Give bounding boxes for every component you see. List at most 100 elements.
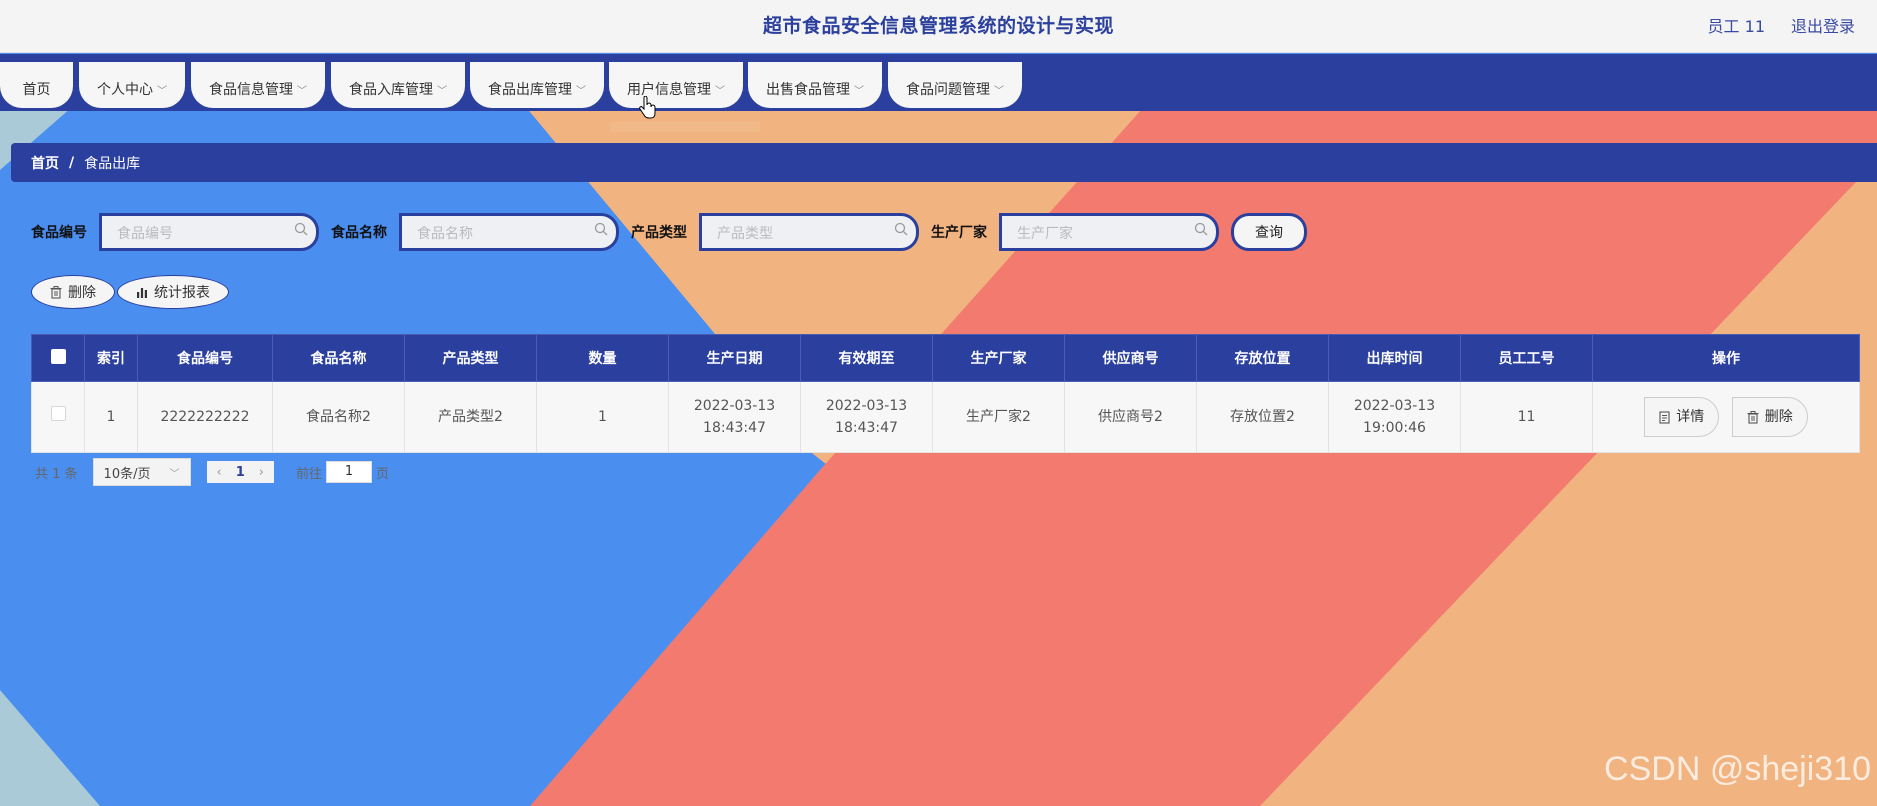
app-title: 超市食品安全信息管理系统的设计与实现 — [762, 15, 1114, 37]
nav-user-info[interactable]: 用户信息管理 ﹀ — [609, 62, 743, 108]
col-header: 有效期至 — [800, 334, 933, 382]
col-header: 供应商号 — [1064, 334, 1197, 382]
chevron-down-icon: ﹀ — [994, 85, 1004, 97]
search-icon — [294, 222, 308, 236]
prev-page-icon[interactable]: ‹ — [217, 465, 222, 480]
goto-page-input[interactable]: 1 — [326, 461, 373, 483]
input-placeholder: 产品类型 — [717, 226, 773, 242]
batch-delete-label: 删除 — [68, 285, 96, 301]
row-delete-button[interactable]: 删除 — [1731, 397, 1808, 437]
dropdown-hint — [610, 122, 760, 132]
search-icon — [594, 222, 608, 236]
chevron-down-icon: ﹀ — [157, 85, 167, 97]
col-header: 操作 — [1592, 334, 1860, 382]
stats-report-button[interactable]: 统计报表 — [117, 275, 229, 309]
table-row: 1 2222222222 食品名称2 产品类型2 1 2022-03-13 18… — [31, 381, 1860, 453]
query-button[interactable]: 查询 — [1231, 213, 1307, 251]
chevron-down-icon: ﹀ — [854, 85, 864, 97]
breadcrumb-separator: / — [69, 154, 75, 171]
search-label-code: 食品编号 — [31, 225, 87, 241]
cell-manufacturer: 生产厂家2 — [932, 381, 1065, 453]
chevron-down-icon: ﹀ — [437, 85, 447, 97]
col-header: 数量 — [536, 334, 669, 382]
nav-food-inbound[interactable]: 食品入库管理 ﹀ — [331, 62, 465, 108]
nav-label: 出售食品管理 — [766, 82, 850, 98]
nav-label: 食品问题管理 — [906, 82, 990, 98]
cell-outbound-time: 2022-03-13 19:00:46 — [1328, 381, 1461, 453]
breadcrumb-home[interactable]: 首页 — [31, 153, 59, 173]
nav-food-issues[interactable]: 食品问题管理 ﹀ — [888, 62, 1022, 108]
col-header: 员工工号 — [1460, 334, 1593, 382]
cell-food-name: 食品名称2 — [272, 381, 405, 453]
stats-report-label: 统计报表 — [154, 285, 210, 301]
cell-food-code: 2222222222 — [137, 381, 273, 453]
col-header: 生产日期 — [668, 334, 801, 382]
table-header-row: 索引 食品编号 食品名称 产品类型 数量 生产日期 有效期至 生产厂家 供应商号… — [31, 334, 1860, 382]
trash-icon — [50, 285, 62, 299]
bar-chart-icon — [137, 288, 147, 298]
total-count: 共 1 条 — [35, 466, 78, 482]
search-icon — [1194, 222, 1208, 236]
pagination: 共 1 条 10条/页 ﹀ ‹ 1 › 前往 1 页 — [35, 458, 389, 486]
current-user: 员工 11 — [1707, 17, 1765, 36]
batch-delete-button[interactable]: 删除 — [31, 275, 115, 309]
outbound-table: 索引 食品编号 食品名称 产品类型 数量 生产日期 有效期至 生产厂家 供应商号… — [31, 334, 1860, 453]
page-unit-label: 页 — [376, 466, 390, 482]
cell-index: 1 — [84, 381, 138, 453]
chevron-down-icon: ﹀ — [297, 85, 307, 97]
input-placeholder: 生产厂家 — [1017, 226, 1073, 242]
detail-label: 详情 — [1676, 409, 1705, 425]
food-code-input[interactable]: 食品编号 — [99, 213, 319, 251]
input-placeholder: 食品编号 — [117, 226, 173, 242]
col-header: 存放位置 — [1196, 334, 1329, 382]
cell-production-date: 2022-03-13 18:43:47 — [668, 381, 801, 453]
select-all-cell — [31, 334, 85, 382]
cell-location: 存放位置2 — [1196, 381, 1329, 453]
logout-link[interactable]: 退出登录 — [1791, 13, 1855, 37]
page-size-select[interactable]: 10条/页 ﹀ — [92, 458, 191, 486]
trash-icon — [1747, 410, 1759, 424]
page-size-value: 10条/页 — [103, 466, 151, 482]
current-page[interactable]: 1 — [236, 465, 245, 480]
breadcrumb-current: 食品出库 — [84, 155, 141, 172]
cell-actions: 详情 删除 — [1592, 381, 1860, 453]
nav-food-outbound[interactable]: 食品出库管理 ﹀ — [470, 62, 604, 108]
next-page-icon[interactable]: › — [259, 465, 264, 480]
mouse-cursor-icon — [639, 96, 656, 119]
col-header: 生产厂家 — [932, 334, 1065, 382]
input-placeholder: 食品名称 — [417, 226, 473, 242]
col-header: 出库时间 — [1328, 334, 1461, 382]
nav-label: 食品入库管理 — [349, 82, 433, 98]
goto-label: 前往 — [296, 466, 323, 482]
cell-supplier: 供应商号2 — [1064, 381, 1197, 453]
row-delete-label: 删除 — [1764, 409, 1793, 425]
top-header: 超市食品安全信息管理系统的设计与实现 员工 11 退出登录 — [0, 0, 1877, 52]
select-all-checkbox[interactable] — [50, 348, 66, 364]
search-bar: 食品编号 食品编号 食品名称 食品名称 产品类型 产品类型 生产厂家 生产厂家 … — [31, 213, 1307, 251]
nav-label: 首页 — [22, 82, 51, 98]
chevron-down-icon: ﹀ — [576, 85, 586, 97]
row-checkbox[interactable] — [50, 406, 66, 421]
cell-product-type: 产品类型2 — [404, 381, 537, 453]
nav-food-info[interactable]: 食品信息管理 ﹀ — [191, 62, 325, 108]
watermark: CSDN @sheji310 — [1604, 750, 1871, 788]
nav-label: 食品出库管理 — [488, 82, 572, 98]
food-name-input[interactable]: 食品名称 — [399, 213, 619, 251]
search-label-name: 食品名称 — [331, 225, 387, 241]
col-header: 产品类型 — [404, 334, 537, 382]
document-icon — [1659, 410, 1670, 424]
nav-home[interactable]: 首页 — [0, 62, 73, 108]
detail-button[interactable]: 详情 — [1644, 397, 1720, 437]
search-icon — [894, 222, 908, 236]
product-type-input[interactable]: 产品类型 — [699, 213, 919, 251]
nav-label: 个人中心 — [97, 82, 153, 98]
nav-personal-center[interactable]: 个人中心 ﹀ — [79, 62, 185, 108]
manufacturer-input[interactable]: 生产厂家 — [999, 213, 1219, 251]
nav-sold-food[interactable]: 出售食品管理 ﹀ — [748, 62, 882, 108]
col-header: 食品名称 — [272, 334, 405, 382]
main-nav: 首页 个人中心 ﹀ 食品信息管理 ﹀ 食品入库管理 ﹀ 食品出库管理 ﹀ 用户信息管理 ﹀… — [0, 54, 1877, 111]
chevron-down-icon: ﹀ — [169, 468, 180, 480]
cell-staff-id: 11 — [1460, 381, 1593, 453]
nav-label: 食品信息管理 — [209, 82, 293, 98]
row-select-cell — [31, 381, 85, 453]
